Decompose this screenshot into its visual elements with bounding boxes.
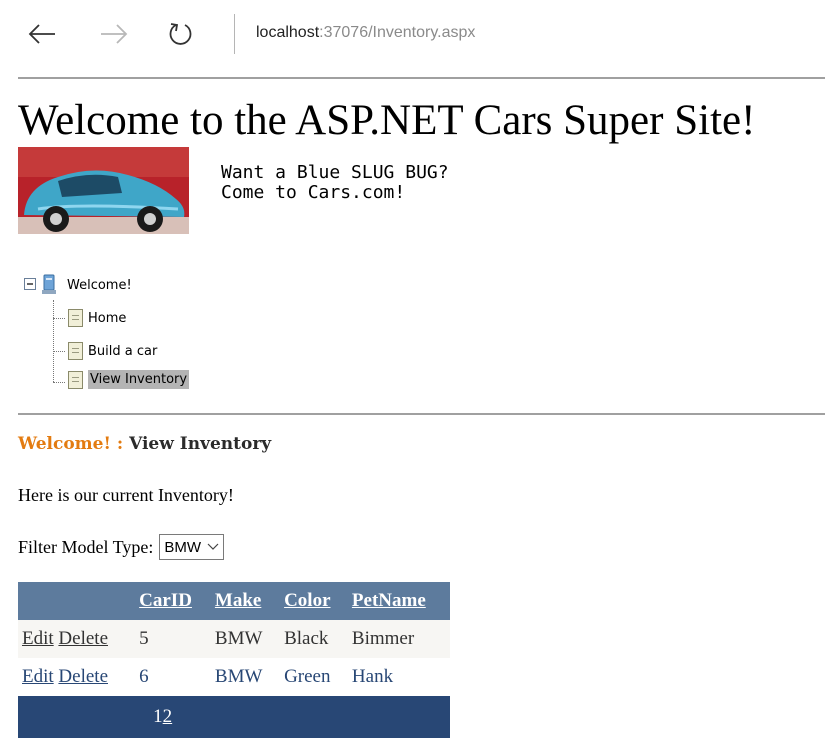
ad-text[interactable]: Want a Blue SLUG BUG? Come to Cars.com! [221,163,449,203]
cell-carid: 5 [135,620,211,658]
breadcrumb-current: View Inventory [129,434,272,454]
model-type-value: BMW [164,538,202,556]
tree-item-label: View Inventory [88,370,190,389]
filter-label: Filter Model Type: [18,536,154,557]
cell-petname: Bimmer [347,620,450,658]
breadcrumb-root-link[interactable]: Welcome! [18,434,111,454]
grid-header-actions [18,582,136,620]
tree-connector [53,300,54,382]
table-row: Edit Delete 5 BMW Black Bimmer [18,620,450,658]
grid-header-row: CarID Make Color PetName [18,582,450,620]
cell-make: BMW [210,658,281,696]
address-bar[interactable]: localhost:37076/Inventory.aspx [256,24,475,42]
forward-arrow-icon [101,24,128,44]
collapse-icon[interactable] [24,278,38,292]
pager-current-page: 1 [153,706,163,727]
page-icon [68,370,83,389]
filter-row: Filter Model Type: BMW [18,534,225,560]
grid-header-petname[interactable]: PetName [347,582,450,620]
computer-icon [42,274,56,294]
delete-link[interactable]: Delete [58,666,108,687]
ad-line-1: Want a Blue SLUG BUG? [221,162,449,183]
inventory-grid: CarID Make Color PetName Edit Delete 5 B… [18,582,450,738]
intro-text: Here is our current Inventory! [18,485,234,505]
back-button[interactable] [22,14,62,54]
refresh-button[interactable] [160,14,200,54]
breadcrumb: Welcome! : View Inventory [18,434,271,454]
tree-item-label: Home [88,310,127,326]
tree-connector [53,351,65,352]
model-type-select[interactable]: BMW [159,534,225,560]
tree-root[interactable]: Welcome! [24,274,132,296]
cell-make: BMW [210,620,281,658]
address-host: localhost [256,24,320,41]
grid-header-make[interactable]: Make [210,582,281,620]
chevron-down-icon [207,543,219,550]
tree-connector [53,318,65,319]
tree-item-build-a-car[interactable]: Build a car [68,342,157,360]
section-divider [18,413,825,415]
ad-line-2: Come to Cars.com! [221,182,406,203]
cell-petname: Hank [347,658,450,696]
cell-color: Green [280,658,348,696]
cell-carid: 6 [135,658,211,696]
grid-header-color[interactable]: Color [280,582,348,620]
edit-link[interactable]: Edit [22,628,54,649]
address-separator [234,14,235,54]
top-divider [18,77,825,79]
tree-root-label: Welcome! [67,277,132,293]
delete-link[interactable]: Delete [58,628,108,649]
table-row: Edit Delete 6 BMW Green Hank [18,658,450,696]
edit-link[interactable]: Edit [22,666,54,687]
pager-page-link[interactable]: 2 [163,706,173,727]
row-actions: Edit Delete [18,658,136,696]
tree-item-view-inventory[interactable]: View Inventory [68,370,190,389]
cell-color: Black [280,620,348,658]
refresh-icon [169,23,192,45]
page-icon [68,342,83,360]
forward-button[interactable] [94,14,134,54]
address-path: :37076/Inventory.aspx [319,24,476,41]
pager-spacer [18,696,136,738]
tree-item-label: Build a car [88,343,158,359]
page-icon [68,309,83,327]
tree-item-home[interactable]: Home [68,309,126,327]
browser-toolbar: localhost:37076/Inventory.aspx [0,0,825,70]
car-banner-image [18,147,189,234]
breadcrumb-separator: : [116,434,124,454]
grid-header-carid[interactable]: CarID [135,582,211,620]
pager-cell: 12 [135,696,450,738]
page-title: Welcome to the ASP.NET Cars Super Site! [18,97,756,144]
grid-pager: 12 [18,696,450,738]
row-actions: Edit Delete [18,620,136,658]
tree-connector [53,382,65,383]
back-arrow-icon [28,24,55,44]
